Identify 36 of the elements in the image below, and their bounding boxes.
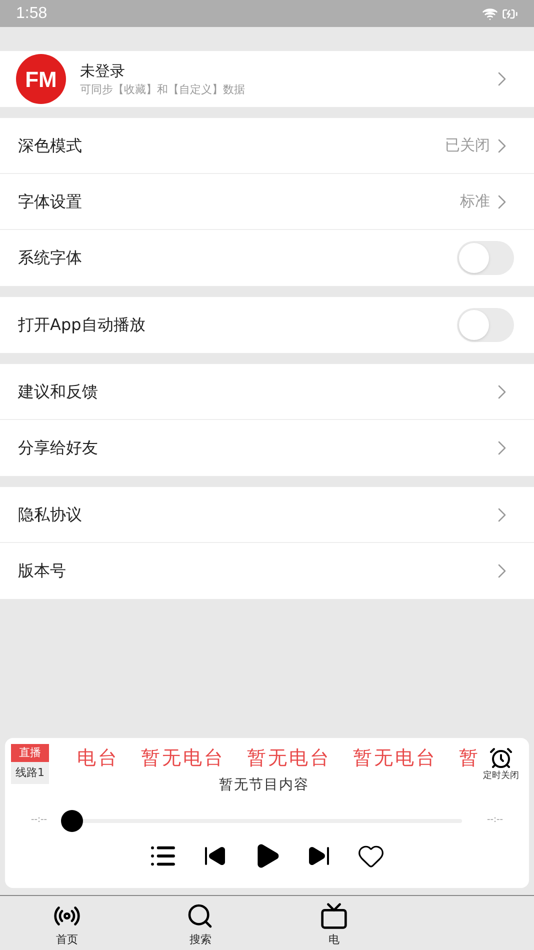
row-label: 版本号 <box>18 560 67 582</box>
elapsed-time: --:-- <box>31 814 48 827</box>
station-marquee-text: 暂无电台 <box>353 746 437 771</box>
tv-icon <box>320 902 348 930</box>
wifi-icon <box>482 6 498 22</box>
row-label: 隐私协议 <box>18 504 83 526</box>
toggle-switch[interactable] <box>457 308 514 342</box>
row-label: 建议和反馈 <box>18 380 99 402</box>
live-badge: 直播 <box>11 744 49 762</box>
profile-name: 未登录 <box>80 60 126 82</box>
station-marquee-text: 暂无电台 <box>141 746 225 771</box>
line-badge[interactable]: 线路1 <box>11 762 49 784</box>
total-time: --:-- <box>486 814 503 827</box>
row-label: 打开App自动播放 <box>18 314 146 336</box>
station-marquee-text: 电台 <box>77 746 119 771</box>
toggle-switch[interactable] <box>457 241 514 275</box>
program-text: 暂无节目内容 <box>219 776 309 794</box>
profile-subtitle: 可同步【收藏】和【自定义】数据 <box>80 82 246 98</box>
progress-thumb[interactable] <box>61 810 84 832</box>
nav-tab[interactable]: 电 <box>267 896 400 950</box>
status-time: 1:58 <box>16 4 48 24</box>
app-logo: FM <box>16 54 66 104</box>
nav-tab[interactable]: 首页 <box>0 896 134 950</box>
timer-button[interactable]: 定时关闭 <box>479 744 523 784</box>
row-label: 分享给好友 <box>18 437 99 459</box>
row-label: 系统字体 <box>18 247 83 269</box>
search-icon <box>186 902 214 930</box>
row-value: 已关闭 <box>445 135 490 156</box>
alarm-clock-icon <box>489 746 513 770</box>
nav-tab[interactable]: 搜索 <box>134 896 267 950</box>
profile-row[interactable]: FM 未登录 可同步【收藏】和【自定义】数据 <box>0 51 534 107</box>
station-marquee-text: 暂 <box>459 746 479 771</box>
station-marquee-text: 暂无电台 <box>247 746 331 771</box>
row-label: 深色模式 <box>18 134 83 156</box>
row-value: 标准 <box>460 191 490 212</box>
row-label: 字体设置 <box>18 190 83 212</box>
